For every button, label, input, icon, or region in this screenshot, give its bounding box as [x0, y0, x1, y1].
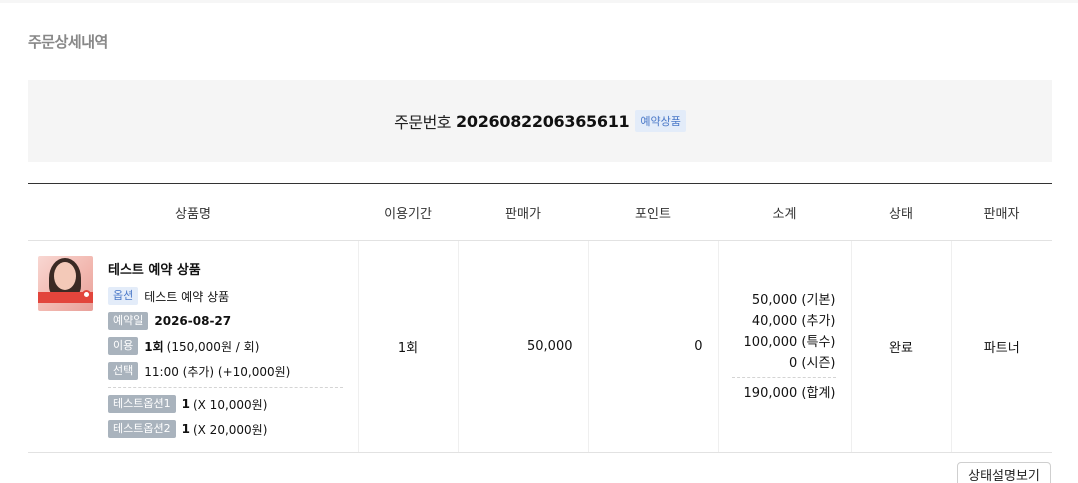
subtotal-line: 50,000 (기본)	[751, 292, 836, 308]
use-count: 1회	[144, 339, 164, 354]
page-title: 주문상세내역	[28, 33, 108, 51]
subtotal-breakdown: 50,000 (기본) 40,000 (추가) 100,000 (특수) 0 (…	[731, 290, 836, 404]
header-status: 상태	[851, 183, 951, 241]
extra-option-tag: 테스트옵션1	[108, 395, 176, 413]
select-text: 11:00 (추가) (+10,000원)	[144, 364, 291, 379]
use-detail: (150,000원 / 회)	[166, 339, 260, 354]
option-tag: 옵션	[108, 287, 139, 305]
reservation-date: 2026-08-27	[154, 314, 232, 328]
select-row: 선택 11:00 (추가) (+10,000원)	[108, 362, 343, 380]
extra-option-detail: (X 10,000원)	[192, 397, 268, 412]
header-price: 판매가	[458, 183, 588, 241]
extra-option-row: 테스트옵션1 1 (X 10,000원)	[108, 395, 343, 413]
period-cell: 1회	[357, 240, 458, 453]
reservation-row: 예약일 2026-08-27	[108, 312, 343, 330]
extra-option-row: 테스트옵션2 1 (X 20,000원)	[108, 420, 343, 438]
header-period: 이용기간	[358, 183, 458, 241]
header-point: 포인트	[588, 183, 718, 241]
extra-option-qty: 1	[181, 422, 190, 436]
extra-option-tag: 테스트옵션2	[108, 420, 176, 438]
order-summary-box: 주문번호 2026082206365611 예약상품	[28, 80, 1052, 162]
option-text: 테스트 예약 상품	[144, 289, 230, 304]
header-subtotal: 소계	[718, 183, 851, 241]
select-tag: 선택	[108, 362, 139, 380]
product-cell: 테스트 예약 상품 옵션 테스트 예약 상품 예약일 2026-08-27 이용…	[28, 240, 358, 453]
seller-cell: 파트너	[950, 240, 1052, 453]
product-name[interactable]: 테스트 예약 상품	[108, 259, 343, 278]
reservation-tag: 예약일	[108, 312, 149, 330]
use-tag: 이용	[108, 337, 139, 355]
table-header-row: 상품명 이용기간 판매가 포인트 소계 상태 판매자	[28, 183, 1052, 241]
order-items-table: 상품명 이용기간 판매가 포인트 소계 상태 판매자 테스트 예약 상품 옵션 …	[28, 183, 1052, 453]
subtotal-line: 0 (시즌)	[789, 355, 836, 371]
subtotal-total: 190,000 (합계)	[731, 376, 836, 404]
extra-option-qty: 1	[181, 397, 190, 411]
header-seller: 판매자	[951, 183, 1052, 241]
header-product: 상품명	[28, 183, 358, 241]
extra-option-detail: (X 20,000원)	[192, 422, 268, 437]
price-cell: 50,000	[457, 240, 588, 453]
table-row: 테스트 예약 상품 옵션 테스트 예약 상품 예약일 2026-08-27 이용…	[28, 240, 1052, 453]
order-type-badge: 예약상품	[635, 110, 686, 132]
product-info: 테스트 예약 상품 옵션 테스트 예약 상품 예약일 2026-08-27 이용…	[108, 259, 343, 445]
order-number-label: 주문번호	[394, 113, 452, 132]
subtotal-line: 100,000 (특수)	[743, 334, 836, 350]
status-cell: 완료	[850, 240, 951, 453]
use-row: 이용 1회 (150,000원 / 회)	[108, 337, 343, 355]
order-number: 2026082206365611	[456, 111, 630, 131]
options-divider	[108, 387, 343, 388]
top-divider	[0, 0, 1078, 3]
option-row: 옵션 테스트 예약 상품	[108, 287, 343, 305]
point-cell: 0	[587, 240, 718, 453]
product-thumbnail[interactable]	[38, 256, 93, 311]
subtotal-line: 40,000 (추가)	[751, 313, 836, 329]
subtotal-cell: 50,000 (기본) 40,000 (추가) 100,000 (특수) 0 (…	[717, 240, 851, 453]
status-description-button[interactable]: 상태설명보기	[957, 462, 1051, 483]
